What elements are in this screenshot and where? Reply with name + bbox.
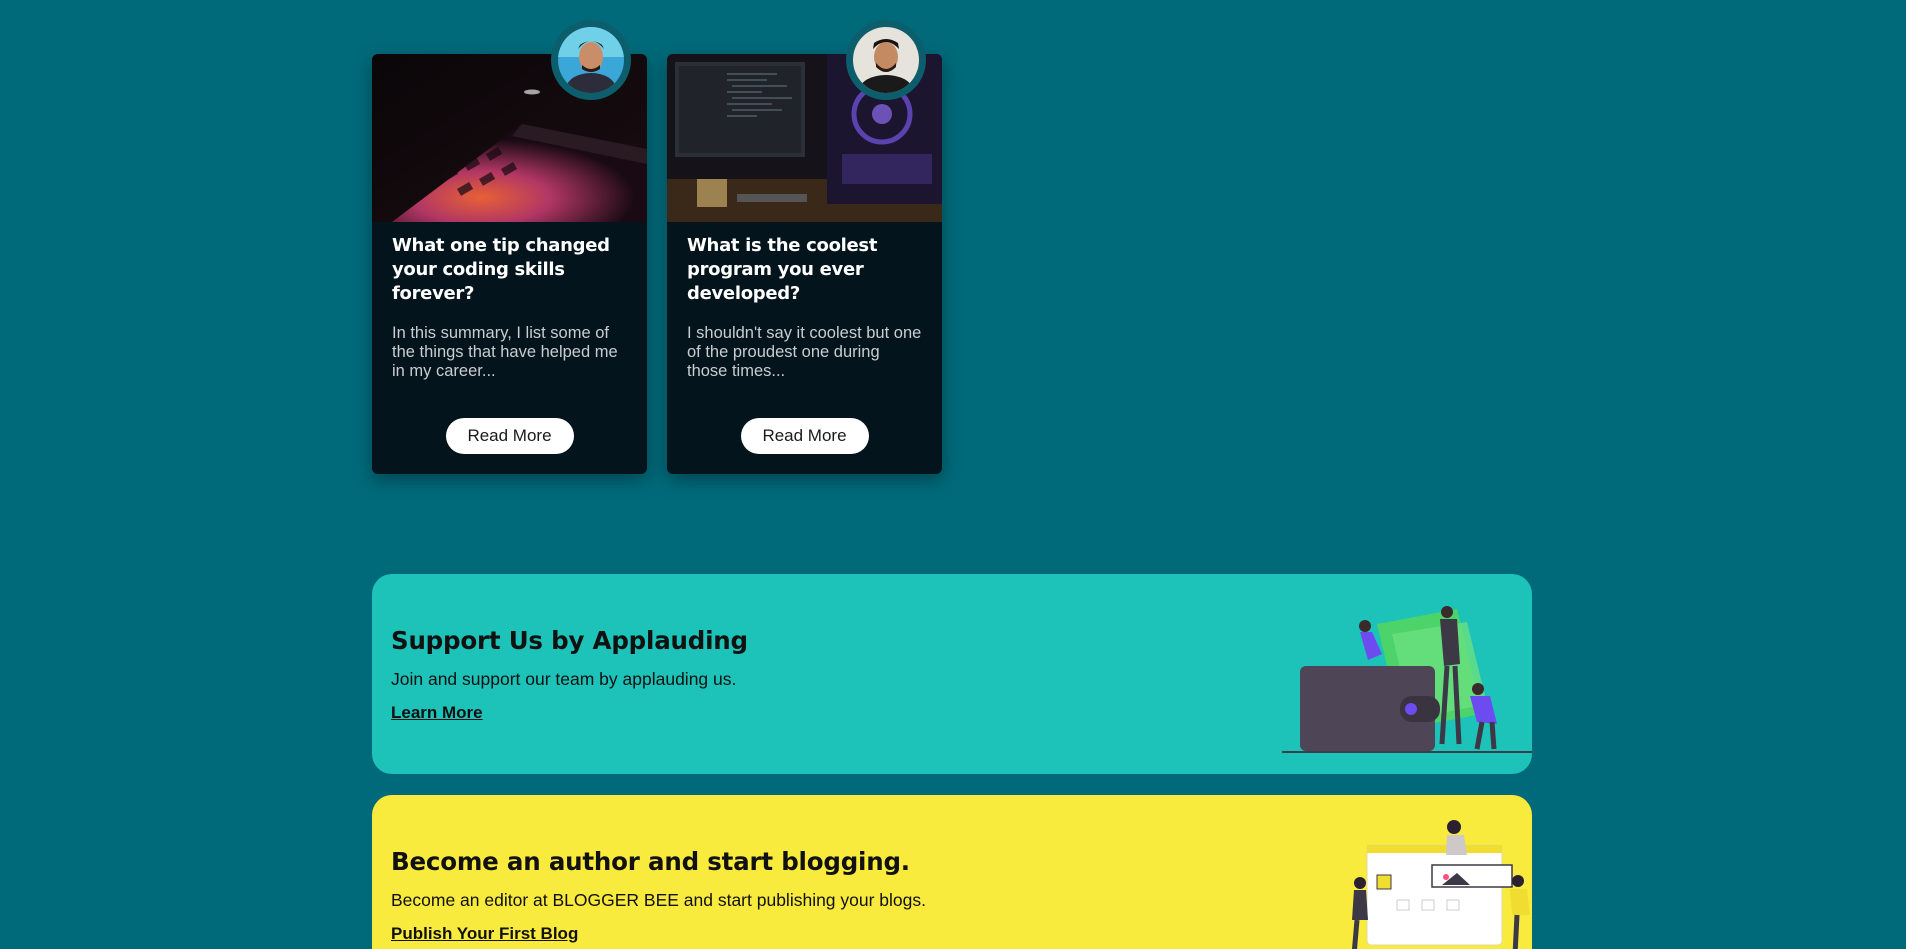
- support-title: Support Us by Applauding: [391, 626, 748, 655]
- support-description: Join and support our team by applauding …: [391, 669, 737, 689]
- blog-card: What is the coolest program you ever dev…: [667, 20, 942, 474]
- author-avatar[interactable]: [846, 20, 926, 100]
- card-excerpt: In this summary, I list some of the thin…: [392, 324, 618, 380]
- publish-blog-link[interactable]: Publish Your First Blog: [391, 924, 578, 944]
- blog-editing-illustration: [1352, 820, 1530, 949]
- blog-card: What one tip changed your coding skills …: [372, 20, 647, 474]
- author-banner: Become an author and start blogging. Bec…: [372, 795, 1532, 949]
- avatar-icon: [853, 27, 919, 93]
- card-excerpt: I shouldn't say it coolest but one of th…: [687, 324, 922, 380]
- read-more-button[interactable]: Read More: [445, 418, 574, 454]
- learn-more-link[interactable]: Learn More: [391, 703, 483, 723]
- author-avatar[interactable]: [551, 20, 631, 100]
- read-more-button[interactable]: Read More: [740, 418, 869, 454]
- author-description: Become an editor at BLOGGER BEE and star…: [391, 890, 927, 910]
- author-title: Become an author and start blogging.: [391, 847, 910, 876]
- wallet-people-illustration: [1282, 606, 1532, 753]
- avatar-icon: [558, 27, 624, 93]
- card-title: What is the coolest program you ever dev…: [687, 235, 878, 304]
- support-banner: Support Us by Applauding Join and suppor…: [372, 574, 1532, 774]
- card-title: What one tip changed your coding skills …: [392, 235, 610, 304]
